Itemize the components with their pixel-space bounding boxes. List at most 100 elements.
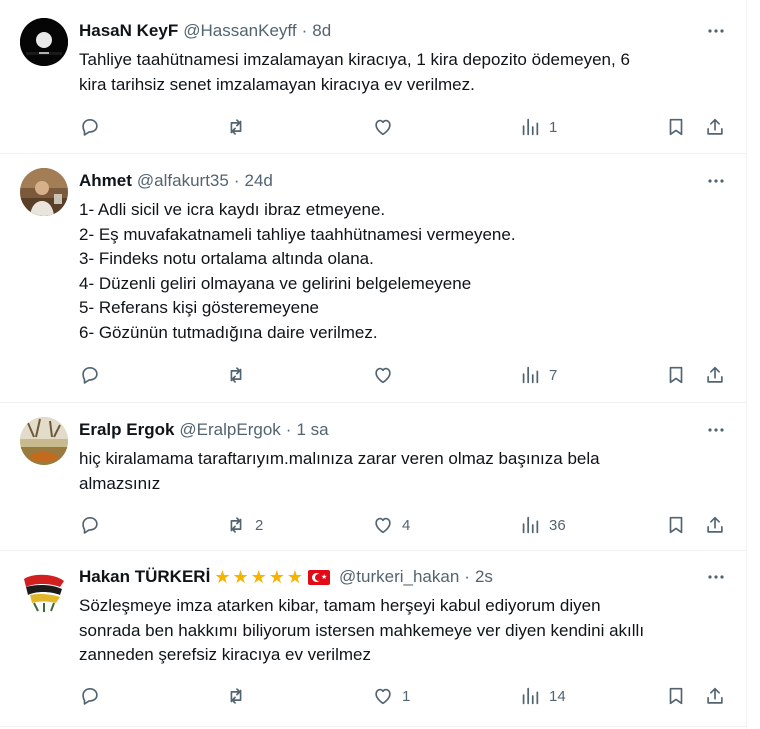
tweet-text-line: zanneden şerefsiz kiracıya ev verilmez — [79, 645, 371, 664]
tweet-header: HasaN KeyF @HassanKeyff · 8d — [79, 19, 331, 43]
timestamp[interactable]: 1 sa — [296, 420, 328, 440]
like-button[interactable] — [372, 363, 402, 387]
more-options-button[interactable] — [704, 19, 728, 43]
like-button[interactable]: 1 — [372, 684, 410, 708]
more-icon — [708, 29, 724, 33]
star-emoji: ★ — [232, 567, 249, 587]
like-icon — [375, 517, 391, 534]
like-button[interactable] — [372, 115, 402, 139]
more-icon — [708, 575, 724, 579]
share-button[interactable] — [704, 513, 726, 537]
bookmark-button[interactable] — [665, 513, 687, 537]
tweet[interactable]: Hakan TÜRKERİ ★ ★ ★ ★ ★ ★ @turkeri_hakan… — [0, 551, 746, 727]
views-button[interactable]: 7 — [519, 363, 557, 387]
turkish-flag-emoji: ★ — [308, 569, 331, 585]
views-count: 36 — [549, 516, 566, 534]
views-icon — [522, 118, 539, 136]
repost-button[interactable]: 2 — [225, 513, 263, 537]
handle[interactable]: @EralpErgok — [179, 420, 280, 440]
avatar[interactable] — [20, 18, 68, 66]
like-count: 1 — [402, 687, 411, 705]
reply-button[interactable] — [79, 684, 109, 708]
star-emoji: ★ — [286, 567, 304, 587]
avatar[interactable] — [20, 565, 68, 613]
handle[interactable]: @turkeri_hakan — [339, 567, 459, 587]
tweet-text-line: 1- Adli sicil ve icra kaydı ibraz etmeye… — [79, 200, 386, 219]
more-options-button[interactable] — [704, 565, 728, 589]
timestamp[interactable]: 8d — [312, 21, 331, 41]
more-options-button[interactable] — [704, 418, 728, 442]
bookmark-button[interactable] — [665, 363, 687, 387]
views-button[interactable]: 1 — [519, 115, 557, 139]
tweet-text: 1- Adli sicil ve icra kaydı ibraz etmeye… — [79, 198, 719, 345]
action-bar: 7 — [0, 363, 747, 387]
display-name[interactable]: HasaN KeyF — [79, 21, 178, 41]
bookmark-icon — [669, 118, 683, 136]
tweet-header: Hakan TÜRKERİ ★ ★ ★ ★ ★ ★ @turkeri_hakan… — [79, 565, 493, 589]
tweet[interactable]: Ahmet @alfakurt35 · 24d 1- Adli sicil ve… — [0, 154, 746, 403]
action-bar: 1 14 — [0, 684, 747, 708]
views-count: 7 — [549, 366, 558, 384]
tweet-header: Ahmet @alfakurt35 · 24d — [79, 169, 273, 193]
tweet-header: Eralp Ergok @EralpErgok · 1 sa — [79, 418, 329, 442]
bookmark-button[interactable] — [665, 684, 687, 708]
more-options-button[interactable] — [704, 169, 728, 193]
avatar-image — [20, 417, 68, 465]
repost-button[interactable] — [225, 363, 255, 387]
tweet-text-line: 2- Eş muvafakatnameli tahliye taahhütnam… — [79, 224, 516, 244]
tweet-text-line: hiç kiralamama taraftarıyım.malınıza zar… — [79, 449, 600, 468]
views-button[interactable]: 36 — [519, 513, 566, 537]
share-icon — [707, 366, 723, 383]
share-button[interactable] — [704, 363, 726, 387]
like-icon — [375, 367, 391, 384]
views-button[interactable]: 14 — [519, 684, 566, 708]
views-icon — [522, 516, 539, 534]
handle[interactable]: @alfakurt35 — [137, 171, 229, 191]
reply-icon — [82, 367, 98, 384]
repost-count: 2 — [255, 516, 264, 534]
separator-dot: · — [464, 567, 470, 586]
display-name[interactable]: Eralp Ergok — [79, 420, 174, 440]
star-emoji: ★ — [214, 567, 231, 587]
like-button[interactable]: 4 — [372, 513, 410, 537]
avatar[interactable] — [20, 417, 68, 465]
reply-button[interactable] — [79, 513, 109, 537]
reply-icon — [82, 119, 98, 136]
share-icon — [707, 118, 723, 135]
reply-icon — [82, 517, 98, 534]
share-button[interactable] — [704, 115, 726, 139]
reply-button[interactable] — [79, 115, 109, 139]
star-emoji: ★ — [250, 567, 267, 587]
repost-button[interactable] — [225, 115, 255, 139]
bookmark-button[interactable] — [665, 115, 687, 139]
action-bar: 1 — [0, 115, 747, 139]
reply-button[interactable] — [79, 363, 109, 387]
tweet-text-line: Tahliye taahütnamesi imzalamayan kiracıy… — [79, 50, 630, 69]
tweet[interactable]: Eralp Ergok @EralpErgok · 1 sa hiç kiral… — [0, 403, 746, 551]
name-badges: ★ ★ ★ ★ ★ ★ — [214, 568, 334, 586]
timestamp[interactable]: 2s — [475, 567, 493, 587]
tweet[interactable]: HasaN KeyF @HassanKeyff · 8d Tahliye taa… — [0, 0, 746, 154]
tweet-text-line: Sözleşmeye imza atarken kibar, tamam her… — [79, 596, 601, 615]
share-button[interactable] — [704, 684, 726, 708]
views-count: 14 — [549, 687, 566, 705]
display-name[interactable]: Hakan TÜRKERİ — [79, 567, 210, 587]
reply-icon — [82, 688, 98, 705]
tweet-text: hiç kiralamama taraftarıyım.malınıza zar… — [79, 447, 719, 496]
separator-dot: · — [301, 21, 308, 40]
handle[interactable]: @HassanKeyff — [183, 21, 296, 41]
repost-button[interactable] — [225, 684, 255, 708]
reply-feed: HasaN KeyF @HassanKeyff · 8d Tahliye taa… — [0, 0, 747, 729]
views-count: 1 — [549, 118, 558, 136]
display-name[interactable]: Ahmet — [79, 171, 132, 191]
tweet-text: Sözleşmeye imza atarken kibar, tamam her… — [79, 594, 719, 668]
more-icon — [708, 179, 724, 183]
avatar-image — [20, 18, 68, 66]
like-count: 4 — [402, 516, 411, 534]
timestamp[interactable]: 24d — [245, 171, 273, 191]
bookmark-icon — [669, 366, 683, 384]
avatar[interactable] — [20, 168, 68, 216]
separator-dot: · — [233, 171, 240, 190]
share-icon — [707, 516, 723, 533]
repost-icon — [230, 688, 242, 704]
